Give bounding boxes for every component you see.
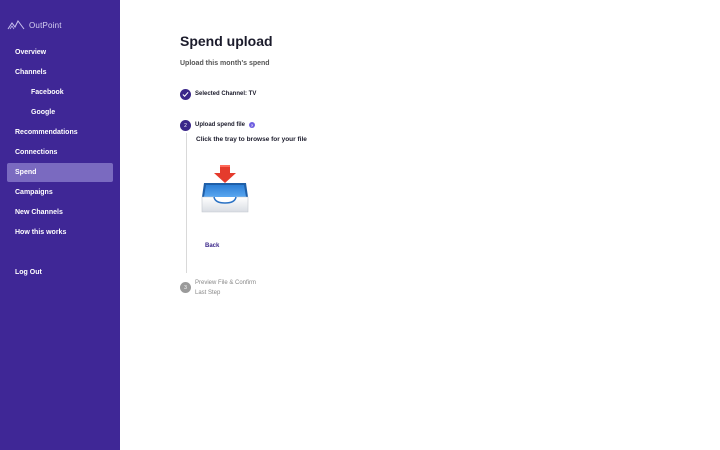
sidebar-item-overview[interactable]: Overview <box>7 43 113 62</box>
step-3-number: 3 <box>180 282 191 293</box>
step-2-label-row: Upload spend file ? <box>195 122 256 128</box>
page-title: Spend upload <box>180 33 273 49</box>
question-icon[interactable]: ? <box>249 122 256 128</box>
step-3-label: Preview File & Confirm <box>195 280 257 286</box>
sidebar: OutPoint Overview Channels Facebook Goog… <box>0 0 120 450</box>
logo-text: OutPoint <box>29 20 62 30</box>
back-button[interactable]: Back <box>205 243 219 249</box>
sidebar-item-facebook[interactable]: Facebook <box>7 83 113 102</box>
step-2-label: Upload spend file <box>195 122 246 128</box>
sidebar-item-spend[interactable]: Spend <box>7 163 113 182</box>
step-2-number: 2 <box>180 120 191 131</box>
step-3-sublabel: Last Step <box>195 290 221 296</box>
upload-instruction: Click the tray to browse for your file <box>196 136 307 143</box>
step-1-label: Selected Channel: TV <box>195 91 257 97</box>
step-connector-line <box>186 133 187 273</box>
mountain-logo-icon <box>7 20 25 30</box>
sidebar-item-how-this-works[interactable]: How this works <box>7 223 113 242</box>
sidebar-item-campaigns[interactable]: Campaigns <box>7 183 113 202</box>
step-1-check-icon <box>180 89 191 100</box>
sidebar-item-recommendations[interactable]: Recommendations <box>7 123 113 142</box>
sidebar-item-google[interactable]: Google <box>7 103 113 122</box>
sidebar-item-log-out[interactable]: Log Out <box>7 263 113 282</box>
sidebar-item-new-channels[interactable]: New Channels <box>7 203 113 222</box>
inbox-tray-download-icon[interactable] <box>200 163 250 215</box>
main-content: Spend upload Upload this month's spend S… <box>120 0 720 450</box>
page-subtitle: Upload this month's spend <box>180 60 270 67</box>
logo[interactable]: OutPoint <box>7 20 62 30</box>
sidebar-item-connections[interactable]: Connections <box>7 143 113 162</box>
sidebar-item-channels[interactable]: Channels <box>7 63 113 82</box>
